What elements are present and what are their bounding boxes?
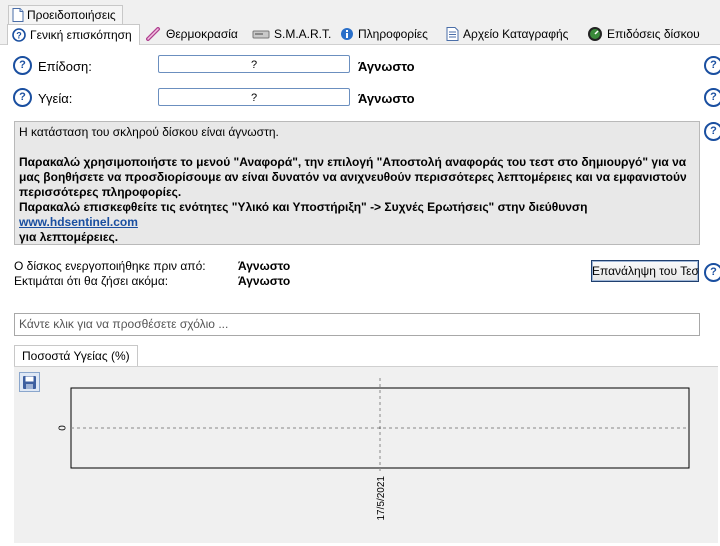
tab-disk-performance[interactable]: Επιδόσεις δίσκου — [583, 24, 704, 44]
tab-label: Επιδόσεις δίσκου — [607, 27, 700, 41]
info-icon — [340, 27, 354, 41]
powered-on-value: Άγνωστο — [238, 259, 291, 273]
help-icon[interactable]: ? — [704, 88, 720, 107]
tab-label: S.M.A.R.T. — [274, 27, 332, 41]
info-visit-text: Παρακαλώ επισκεφθείτε τις ενότητες "Υλικ… — [19, 200, 588, 229]
info-report-text: Παρακαλώ χρησιμοποιήστε το μενού "Αναφορ… — [19, 155, 687, 199]
page-icon — [12, 8, 24, 22]
powered-on-label: Ο δίσκος ενεργοποιήθηκε πριν από: — [14, 259, 206, 273]
remaining-value: Άγνωστο — [238, 274, 291, 288]
alerts-tab-label: Προειδοποιήσεις — [27, 8, 116, 22]
website-link[interactable]: www.hdsentinel.com — [19, 215, 138, 229]
help-icon[interactable]: ? — [13, 88, 32, 107]
tab-information[interactable]: Πληροφορίες — [336, 24, 432, 44]
health-label: Υγεία: — [38, 91, 73, 106]
log-icon — [446, 27, 459, 41]
tab-label: Θερμοκρασία — [166, 27, 238, 41]
status-description: Η κατάσταση του σκληρού δίσκου είναι άγν… — [14, 121, 700, 245]
remaining-label: Εκτιμάται ότι θα ζήσει ακόμα: — [14, 274, 169, 288]
thermometer-icon — [146, 27, 162, 41]
tab-label: Γενική επισκόπηση — [30, 28, 132, 42]
comment-input[interactable]: Κάντε κλικ για να προσθέσετε σχόλιο ... — [14, 313, 700, 336]
svg-text:?: ? — [16, 31, 22, 41]
performance-label: Επίδοση: — [38, 59, 92, 74]
performance-status: Άγνωστο — [358, 59, 415, 74]
help-icon[interactable]: ? — [704, 56, 720, 75]
help-icon[interactable]: ? — [13, 56, 32, 75]
repeat-test-button[interactable]: Επανάληψη του Τεστ — [591, 260, 699, 282]
performance-field: ? — [158, 55, 350, 73]
tab-log[interactable]: Αρχείο Καταγραφής — [442, 24, 572, 44]
disk-icon — [252, 28, 270, 40]
info-details-text: για λεπτομέρειες. — [19, 230, 119, 244]
x-tick-label: 17/5/2021 — [376, 476, 387, 521]
gauge-icon — [587, 26, 603, 42]
y-tick-label: 0 — [58, 425, 69, 431]
tab-health-chart[interactable]: Ποσοστά Υγείας (%) — [14, 345, 138, 366]
alerts-tab[interactable]: Προειδοποιήσεις — [8, 5, 123, 24]
info-status-text: Η κατάσταση του σκληρού δίσκου είναι άγν… — [19, 125, 279, 139]
data-point — [379, 427, 381, 429]
help-icon[interactable]: ? — [704, 263, 720, 282]
tab-label: Αρχείο Καταγραφής — [463, 27, 569, 41]
health-chart: 0 17/5/2021 — [58, 378, 690, 521]
tab-overview[interactable]: ? Γενική επισκόπηση — [7, 24, 140, 45]
tab-label: Πληροφορίες — [358, 27, 428, 41]
tab-smart[interactable]: S.M.A.R.T. — [248, 24, 335, 44]
help-icon[interactable]: ? — [704, 122, 720, 141]
help-circle-icon: ? — [12, 28, 26, 42]
health-field: ? — [158, 88, 350, 106]
tab-temperature[interactable]: Θερμοκρασία — [142, 24, 242, 44]
health-status: Άγνωστο — [358, 91, 415, 106]
